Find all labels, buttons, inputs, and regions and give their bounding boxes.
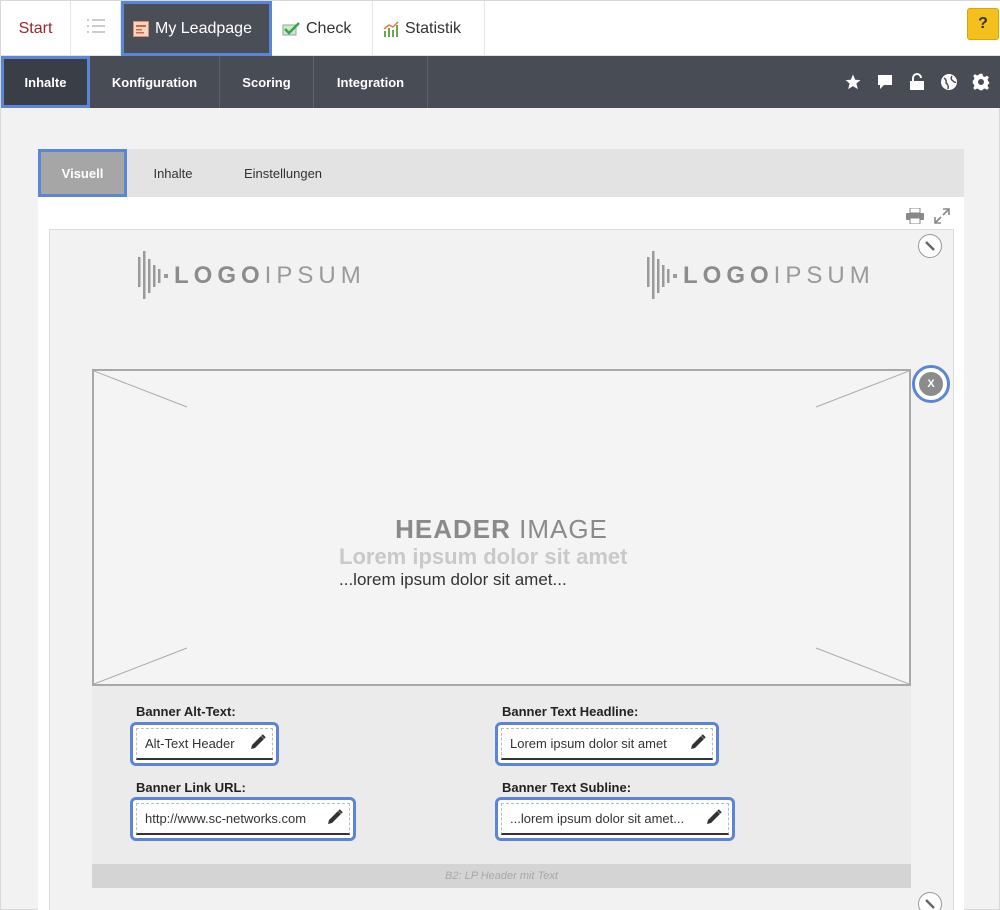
edit-next-block-icon[interactable] — [918, 892, 942, 910]
tab-inhalte-label: Inhalte — [153, 165, 193, 181]
tab-statistik[interactable]: Statistik — [373, 1, 485, 56]
nav-icon-group — [843, 56, 991, 108]
pencil-icon[interactable] — [690, 734, 706, 753]
nav-konfiguration[interactable]: Konfiguration — [90, 56, 220, 108]
nav-integration-label: Integration — [336, 74, 405, 90]
tab-my-leadpage[interactable]: My Leadpage — [121, 1, 272, 56]
header-image-title-bold: HEADER — [395, 514, 511, 544]
nav-scoring-label: Scoring — [242, 74, 291, 90]
list-view-button[interactable] — [71, 1, 121, 56]
star-icon[interactable] — [843, 72, 863, 92]
logo-mark-icon — [647, 251, 677, 299]
remove-block-button[interactable]: X — [912, 365, 950, 403]
logo-left-bold: LOGO — [174, 262, 265, 289]
tab-visuell-label: Visuell — [61, 165, 104, 181]
logo-left: LOGO IPSUM — [138, 251, 366, 301]
pencil-icon[interactable] — [250, 734, 266, 753]
unlock-icon[interactable] — [907, 72, 927, 92]
link-url-field[interactable]: http://www.sc-networks.com — [130, 797, 356, 841]
gear-icon[interactable] — [971, 72, 991, 92]
tab-inhalte[interactable]: Inhalte — [138, 149, 208, 197]
block-name-label: B2: LP Header mit Text — [92, 864, 911, 888]
leadpage-icon — [133, 20, 149, 37]
block-name-text: B2: LP Header mit Text — [445, 870, 558, 882]
subline-value: ...lorem ipsum dolor sit amet... — [510, 811, 685, 826]
nav-inhalte-label: Inhalte — [24, 74, 67, 90]
header-headline-text: Lorem ipsum dolor sit amet — [339, 544, 628, 569]
tab-statistik-label: Statistik — [405, 19, 462, 37]
print-icon[interactable] — [906, 207, 924, 226]
tab-visuell[interactable]: Visuell — [38, 149, 127, 197]
globe-icon[interactable] — [939, 72, 959, 92]
edit-block-icon[interactable] — [918, 234, 942, 258]
tab-einstellungen[interactable]: Einstellungen — [233, 149, 333, 197]
app-frame: Start My Leadpage Check Statistik ? Inha… — [0, 0, 1000, 910]
logo-right: LOGO IPSUM — [647, 251, 875, 301]
close-icon: X — [919, 372, 943, 396]
tab-einstellungen-label: Einstellungen — [243, 165, 323, 181]
subline-field[interactable]: ...lorem ipsum dolor sit amet... — [495, 797, 735, 841]
header-image-title-light: IMAGE — [510, 514, 608, 544]
sub-tab-bar: Visuell Inhalte Einstellungen — [38, 149, 964, 197]
tab-start[interactable]: Start — [1, 1, 71, 56]
header-subline-text: ...lorem ipsum dolor sit amet... — [339, 570, 567, 589]
header-image-placeholder[interactable]: HEADER IMAGE Lorem ipsum dolor sit amet … — [92, 369, 911, 686]
link-url-value: http://www.sc-networks.com — [145, 811, 307, 826]
logo-right-bold: LOGO — [683, 262, 774, 289]
comment-icon[interactable] — [875, 72, 895, 92]
tab-start-label: Start — [18, 19, 53, 37]
nav-konfiguration-label: Konfiguration — [111, 74, 198, 90]
nav-scoring[interactable]: Scoring — [220, 56, 314, 108]
logo-mark-icon — [138, 251, 168, 299]
nav-integration[interactable]: Integration — [314, 56, 428, 108]
help-button-label: ? — [978, 15, 988, 32]
headline-label: Banner Text Headline: — [502, 704, 639, 719]
subline-label: Banner Text Subline: — [502, 780, 632, 795]
logo-left-light: IPSUM — [264, 262, 366, 289]
header-image-title: HEADER IMAGE — [94, 514, 909, 545]
tab-check-label: Check — [306, 19, 352, 37]
pencil-icon[interactable] — [327, 809, 343, 828]
alt-text-field[interactable]: Alt-Text Header — [130, 722, 279, 766]
check-icon — [282, 21, 300, 37]
help-button[interactable]: ? — [967, 8, 999, 40]
headline-value: Lorem ipsum dolor sit amet — [510, 736, 667, 751]
tab-my-leadpage-label: My Leadpage — [155, 19, 252, 37]
tab-check[interactable]: Check — [272, 1, 373, 56]
main-nav: Inhalte Konfiguration Scoring Integratio… — [1, 56, 1000, 108]
headline-field[interactable]: Lorem ipsum dolor sit amet — [495, 722, 719, 766]
pencil-icon[interactable] — [706, 809, 722, 828]
link-url-label: Banner Link URL: — [136, 780, 246, 795]
top-tab-bar: Start My Leadpage Check Statistik ? — [1, 1, 1000, 56]
alt-text-value: Alt-Text Header — [145, 736, 235, 751]
nav-inhalte[interactable]: Inhalte — [1, 56, 90, 108]
logo-right-light: IPSUM — [773, 262, 875, 289]
expand-icon[interactable] — [934, 208, 952, 226]
statistics-icon — [383, 20, 399, 37]
alt-text-label: Banner Alt-Text: — [136, 704, 236, 719]
list-icon — [86, 19, 105, 38]
